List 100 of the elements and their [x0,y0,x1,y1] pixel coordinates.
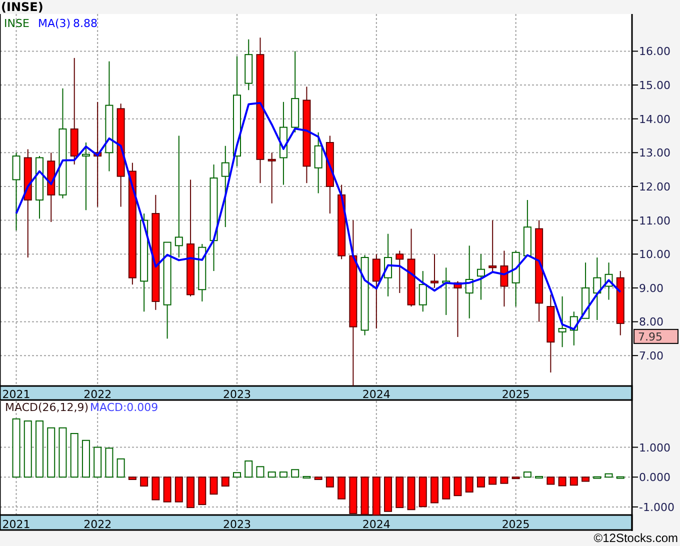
candlestick [488,220,497,274]
histogram-bar [326,476,334,488]
candlestick [604,262,613,300]
candlestick [430,254,438,288]
histogram-bar [338,476,346,500]
candlestick [36,156,44,220]
axis-label: 9.00 [639,282,664,295]
histogram-bar [256,466,264,478]
candlestick [454,280,462,338]
histogram-bar [279,472,288,478]
axis-label: -1.000 [639,500,674,514]
histogram-bar [233,472,241,478]
histogram-bar [105,448,114,478]
histogram-bar [488,476,497,485]
histogram-bar [384,476,392,512]
histogram-bar [116,458,125,478]
histogram-bar [302,476,311,478]
histogram-bar [407,476,416,510]
histogram-bar [476,476,485,488]
axis-label: 8.00 [639,316,664,329]
histogram-bar [268,472,276,478]
candlestick [47,152,56,222]
axis-label: 10.00 [639,248,670,262]
axis-label: 1.000 [639,441,670,454]
histogram-bar [244,460,253,478]
histogram-bar [430,476,438,504]
axis-label: 12.00 [639,180,670,194]
indicator-label: MA(3) [38,17,71,30]
histogram-bar [546,476,555,485]
histogram-bar [152,476,160,500]
candlestick [476,254,485,300]
histogram-bar [210,476,218,495]
histogram-bar [349,476,358,514]
histogram-bar [128,476,136,480]
histogram-bar [94,446,102,478]
candlestick [198,243,206,302]
candlestick [500,250,508,308]
axis-label: 2023 [223,388,251,401]
histogram-bar [58,427,67,478]
histogram-bar [454,476,462,496]
candlestick [512,250,520,308]
candlestick [396,250,404,294]
candlestick [314,132,322,194]
histogram-bar [47,427,56,478]
axis-label: 14.00 [639,112,670,126]
candlestick [384,233,392,297]
histogram-bar [372,476,380,516]
candlestick [593,257,602,321]
histogram-bar [442,476,450,500]
candlestick [570,311,578,346]
histogram-bar [396,476,404,508]
axis-label: 0.000 [639,471,670,484]
histogram-bar [535,476,544,478]
candlestick [244,38,253,91]
histogram-bar [593,476,602,479]
histogram-bar [186,476,195,508]
axis-label: 13.00 [639,146,670,160]
candlestick [616,270,624,336]
copyright-text: ©12Stocks.com [594,531,678,545]
candlestick [82,142,90,211]
chart-title: (INSE) [1,0,44,14]
axis-label: 2021 [2,388,30,401]
axis-label: 11.00 [639,214,670,228]
candlestick [558,296,566,348]
histogram-bar [582,476,590,482]
histogram-bar [221,476,230,487]
histogram-bar [604,473,613,478]
indicator-value: MACD:0.009 [90,401,158,414]
histogram-bar [570,476,578,486]
indicator-label: MACD(26,12,9) [5,401,89,414]
histogram-bar [500,476,508,484]
histogram-bar [291,469,300,478]
histogram-bar [198,476,206,506]
last-price-tag: 7.95 [634,328,678,344]
axis-label: 2024 [362,388,390,401]
axis-label: 2024 [362,518,390,531]
histogram-bar [523,472,532,478]
histogram-bar [418,476,427,508]
axis-label: 2022 [84,388,112,401]
axis-label: 2025 [502,388,530,401]
axis-label: 15.00 [639,79,670,92]
candlestick [523,200,532,256]
axis-label: 16.00 [639,45,670,58]
axis-label: 2021 [2,518,30,531]
candlestick [582,262,590,319]
axis-label: 2025 [502,518,530,531]
histogram-bar [512,476,520,480]
histogram-bar [12,418,20,478]
indicator-value: 8.88 [73,17,98,30]
histogram-bar [140,476,148,487]
axis-label: 2023 [223,518,251,531]
candlestick [418,270,427,312]
histogram-bar [314,476,322,480]
candlestick [442,267,450,316]
axis-label: 7.00 [639,350,664,363]
histogram-bar [70,433,78,478]
histogram-bar [163,476,172,502]
ticker-label: INSE [4,17,30,30]
histogram-bar [174,476,183,502]
axis-label: 2022 [84,518,112,531]
